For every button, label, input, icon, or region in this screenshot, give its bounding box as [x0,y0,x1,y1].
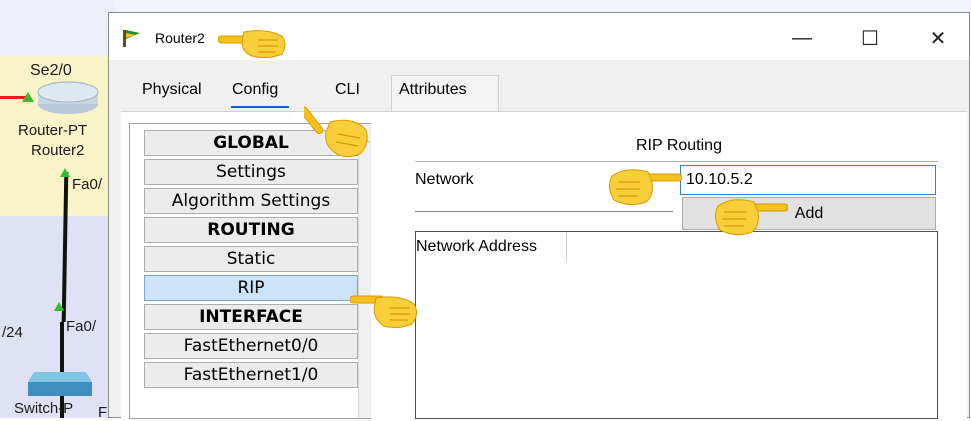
divider [415,211,673,212]
link-status-icon [22,92,34,102]
subnet-label: /24 [2,324,23,341]
pointing-hand-icon [218,30,286,59]
rip-routing-title: RIP Routing [636,137,722,154]
router-model-label: Router-PT [18,122,88,139]
tab-config-underline [231,106,289,108]
pointing-hand-icon [304,106,368,158]
pointing-hand-icon [714,199,788,236]
tab-cli[interactable]: CLI [335,81,360,99]
window-title: Router2 [155,30,205,46]
minimize-button[interactable]: — [779,19,825,57]
sidebar-item-rip[interactable]: RIP [144,275,358,301]
router-device-icon[interactable] [36,80,100,116]
interface-label-se20: Se2/0 [30,62,72,79]
close-button[interactable]: ✕ [915,19,961,57]
router-config-window: Router2 — ☐ ✕ Physical Config CLI Attrib… [108,12,970,420]
config-sidebar: GLOBAL Settings Algorithm Settings ROUTI… [129,123,371,419]
sidebar-item-algorithm-settings[interactable]: Algorithm Settings [144,188,358,214]
router-name-label: Router2 [31,142,85,159]
tab-attributes[interactable]: Attributes [399,81,467,99]
network-label: Network [415,171,474,188]
pointing-hand-icon [350,295,418,329]
link-status-icon [60,168,70,177]
divider [415,161,938,162]
network-address-table[interactable]: Network Address [415,231,938,419]
sidebar-item-fastethernet10[interactable]: FastEthernet1/0 [144,362,358,388]
sidebar-item-settings[interactable]: Settings [144,159,358,185]
pointing-hand-icon [608,169,682,206]
router-icon [123,30,140,47]
interface-label-f: F [98,404,108,421]
interface-label-fa0: Fa0/ [72,176,103,193]
tab-config[interactable]: Config [232,81,278,99]
switch-label: Switch-P [14,400,74,417]
network-address-column-header: Network Address [416,232,567,262]
switch-icon[interactable] [26,368,94,400]
sidebar-scrollbar[interactable] [358,124,371,418]
network-input[interactable]: 10.10.5.2 [680,165,936,195]
sidebar-item-static[interactable]: Static [144,246,358,272]
link-status-icon [54,302,64,311]
tab-physical[interactable]: Physical [142,81,202,99]
sidebar-header-routing: ROUTING [144,217,358,243]
maximize-button[interactable]: ☐ [847,19,893,57]
sidebar-item-fastethernet00[interactable]: FastEthernet0/0 [144,333,358,359]
interface-label-fa0-b: Fa0/ [66,318,97,335]
sidebar-header-interface: INTERFACE [144,304,358,330]
